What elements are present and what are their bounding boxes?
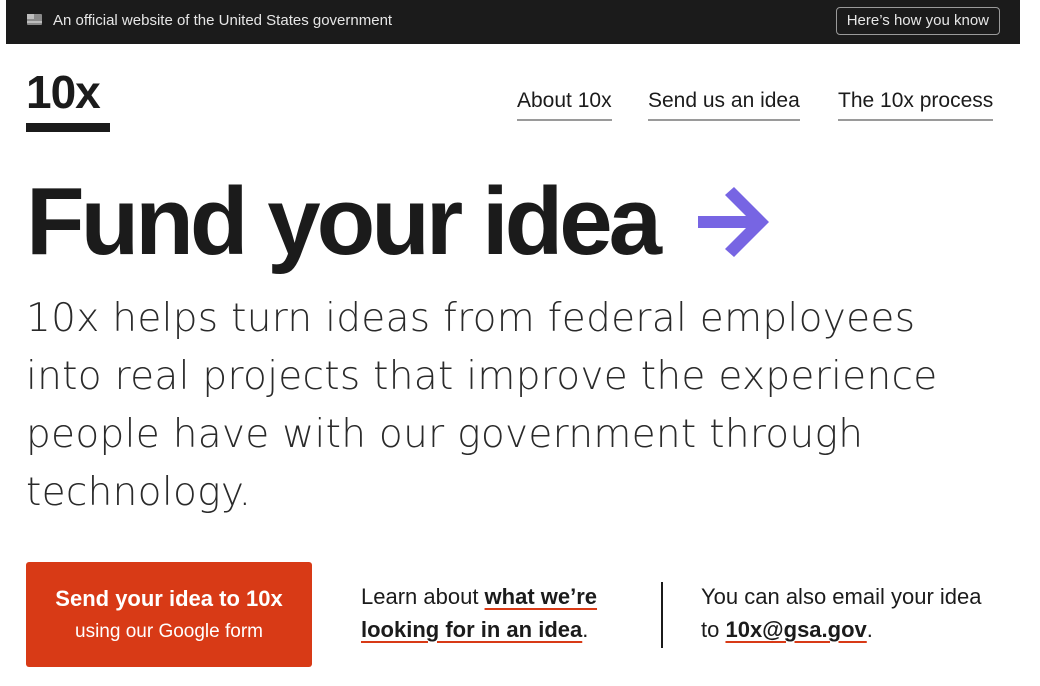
send-idea-button-label: Send your idea to 10x: [55, 586, 283, 611]
gov-banner: An official website of the United States…: [6, 0, 1020, 44]
site-logo[interactable]: 10x: [26, 66, 101, 118]
nav-the-10x-process[interactable]: The 10x process: [838, 89, 994, 121]
email-text: You can also email your idea to 10x@gsa.…: [701, 580, 991, 646]
send-idea-button-sublabel: using our Google form: [75, 621, 263, 642]
cta-divider: [661, 582, 663, 648]
email-suffix: .: [866, 617, 873, 642]
send-idea-button[interactable]: Send your idea to 10x using our Google f…: [26, 562, 312, 667]
learn-suffix: .: [582, 617, 589, 642]
learn-prefix: Learn about: [361, 584, 485, 609]
email-link[interactable]: 10x@gsa.gov: [725, 617, 866, 642]
hero-description: 10x helps turn ideas from federal employ…: [26, 296, 938, 515]
heres-how-you-know-button[interactable]: Here’s how you know: [835, 7, 1000, 35]
nav-about-10x[interactable]: About 10x: [517, 89, 612, 121]
logo-underline: [26, 123, 110, 132]
gov-banner-text: An official website of the United States…: [53, 12, 393, 29]
us-flag-icon: [27, 14, 42, 25]
arrow-right-icon: [698, 187, 769, 257]
learn-more-text: Learn about what we’re looking for in an…: [361, 580, 641, 646]
nav-send-us-an-idea[interactable]: Send us an idea: [648, 89, 800, 121]
hero-title: Fund your idea: [26, 168, 662, 275]
